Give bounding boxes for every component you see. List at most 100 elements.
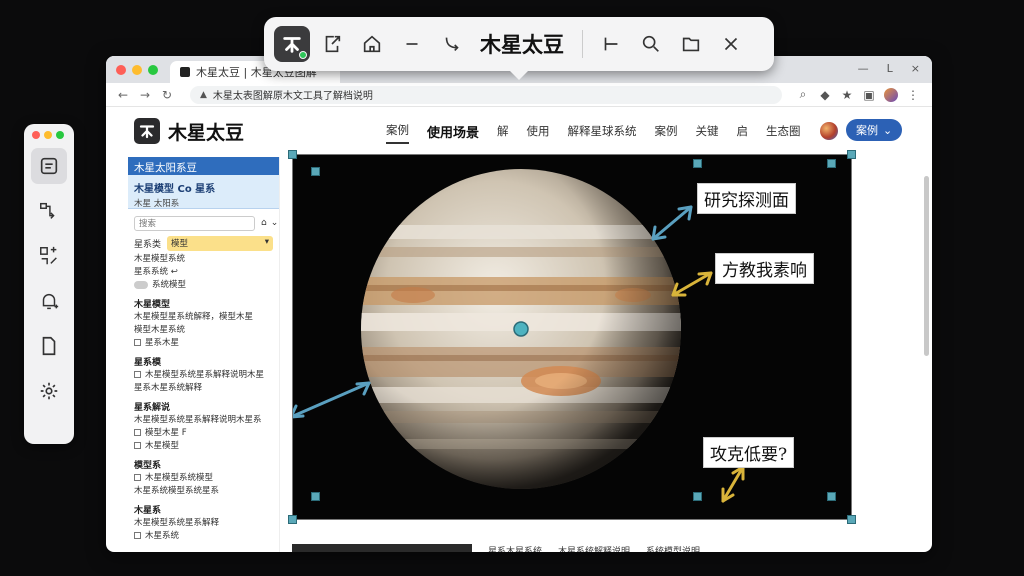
cta-button[interactable]: 案例 ⌄ bbox=[846, 119, 903, 141]
resize-handle[interactable] bbox=[288, 150, 297, 159]
extension-icon[interactable]: ◆ bbox=[814, 88, 836, 102]
minimize-dot-icon[interactable] bbox=[44, 131, 52, 139]
zoom-icon[interactable] bbox=[633, 26, 669, 62]
resize-handle[interactable] bbox=[847, 150, 856, 159]
image-canvas[interactable]: 研究探测面 方教我素响 攻克低要? bbox=[288, 150, 856, 524]
minus-icon[interactable] bbox=[394, 26, 430, 62]
profile-avatar[interactable] bbox=[884, 87, 898, 102]
thumbnail[interactable] bbox=[292, 544, 472, 552]
user-avatar[interactable] bbox=[820, 122, 838, 140]
alert-icon[interactable] bbox=[31, 283, 67, 319]
url-text: 木星太表图解原木文工具了解档说明 bbox=[212, 91, 373, 102]
export-icon[interactable] bbox=[314, 26, 350, 62]
browser-minimize-icon[interactable] bbox=[132, 64, 142, 75]
section-heading: 星系解说 bbox=[134, 403, 171, 413]
zoom-dot-icon[interactable] bbox=[56, 131, 64, 139]
note-icon[interactable] bbox=[31, 148, 67, 184]
window-buttons: — L × bbox=[858, 62, 920, 75]
reload-icon[interactable]: ↻ bbox=[158, 88, 176, 102]
close-icon[interactable] bbox=[713, 26, 749, 62]
bottom-item[interactable]: 木星系统解释说明 bbox=[558, 544, 630, 552]
checkbox[interactable] bbox=[134, 429, 141, 436]
nav-item-launch[interactable]: 启 bbox=[737, 119, 749, 143]
card-title: 木星模型 Co 星系 bbox=[134, 184, 216, 195]
arrow-annotation[interactable] bbox=[671, 271, 713, 297]
browser-close-icon[interactable] bbox=[116, 64, 126, 75]
document-icon[interactable] bbox=[31, 328, 67, 364]
home-icon[interactable] bbox=[354, 26, 390, 62]
toggle-switch[interactable] bbox=[134, 280, 148, 289]
center-point[interactable] bbox=[513, 321, 529, 337]
site-logo-text[interactable]: 木星太豆 bbox=[168, 118, 244, 145]
forward-icon[interactable]: → bbox=[136, 88, 154, 102]
annotation-label[interactable]: 方教我素响 bbox=[715, 253, 814, 284]
checkbox-label: 木星模型 bbox=[145, 441, 180, 451]
bottom-item[interactable]: 系统模型说明 bbox=[646, 544, 700, 552]
nav-item-key[interactable]: 关键 bbox=[696, 119, 719, 143]
checkbox-row[interactable]: 星系木星 bbox=[128, 337, 279, 350]
settings-icon[interactable] bbox=[31, 373, 67, 409]
checkbox-row[interactable]: 木星模型 bbox=[128, 440, 279, 453]
nav-item-solutions[interactable]: 解 bbox=[497, 119, 509, 143]
list-item: 星系木星系统解释 bbox=[134, 383, 203, 393]
nav-item-explain[interactable]: 解释星球系统 bbox=[568, 119, 637, 143]
checkbox-label: 木星系统 bbox=[145, 531, 180, 541]
nav-item-cases[interactable]: 案例 bbox=[386, 118, 409, 144]
app-logo-icon[interactable] bbox=[274, 26, 310, 62]
nav-item-scenarios[interactable]: 使用场景 bbox=[427, 118, 479, 145]
arrow-annotation[interactable] bbox=[651, 205, 693, 241]
checkbox-row[interactable]: 木星模型系统星系解释说明木星 bbox=[128, 369, 279, 382]
logo-icon[interactable] bbox=[134, 118, 160, 144]
window-close-button[interactable]: × bbox=[911, 62, 920, 75]
toggle-row[interactable]: 系统模型 bbox=[128, 279, 279, 292]
list-item: 星系系统 ↩ bbox=[134, 267, 178, 277]
checkbox-row[interactable]: 模型木星 F bbox=[128, 427, 279, 440]
window-minimize-button[interactable]: — bbox=[858, 62, 869, 75]
browser-window: 木星太豆 | 木星太豆图解 — L × ← → ↻ ▲ 木星太表图解原木文工具了… bbox=[106, 56, 932, 552]
bookmark-icon[interactable]: ★ bbox=[836, 88, 858, 102]
frame-icon[interactable] bbox=[673, 26, 709, 62]
back-icon[interactable]: ← bbox=[114, 88, 132, 102]
annotation-label[interactable]: 研究探测面 bbox=[697, 183, 796, 214]
search-icon[interactable]: ⌕ bbox=[792, 87, 814, 102]
nav-item-ecosystem[interactable]: 生态圈 bbox=[766, 119, 801, 143]
scrollbar[interactable] bbox=[924, 176, 929, 356]
nav-item-case-studies[interactable]: 案例 bbox=[655, 119, 678, 143]
checkbox-row[interactable]: 木星系统 bbox=[128, 530, 279, 543]
nav-item-usage[interactable]: 使用 bbox=[527, 119, 550, 143]
arrow-annotation[interactable] bbox=[289, 381, 371, 419]
resize-handle[interactable] bbox=[827, 492, 836, 501]
resize-handle[interactable] bbox=[693, 492, 702, 501]
close-dot-icon[interactable] bbox=[32, 131, 40, 139]
expand-icon[interactable]: ⌄ bbox=[271, 218, 279, 228]
resize-handle[interactable] bbox=[311, 167, 320, 176]
bottom-item[interactable]: 星系木星系统 bbox=[488, 544, 542, 552]
crop-icon[interactable] bbox=[593, 26, 629, 62]
checkbox[interactable] bbox=[134, 339, 141, 346]
checkbox[interactable] bbox=[134, 474, 141, 481]
menu-icon[interactable]: ⋮ bbox=[902, 88, 924, 102]
resize-handle[interactable] bbox=[847, 515, 856, 524]
pin-icon[interactable]: ⌂ bbox=[261, 218, 267, 228]
transform-icon[interactable] bbox=[31, 238, 67, 274]
section-heading: 木星系 bbox=[134, 506, 162, 516]
sidepanel-icon[interactable]: ▣ bbox=[858, 88, 880, 102]
annotation-label[interactable]: 攻克低要? bbox=[703, 437, 795, 468]
checkbox[interactable] bbox=[134, 371, 141, 378]
sidebar-select[interactable]: 模型 ▾ bbox=[167, 235, 273, 251]
connect-icon[interactable] bbox=[31, 193, 67, 229]
resize-handle[interactable] bbox=[693, 159, 702, 168]
resize-handle[interactable] bbox=[827, 159, 836, 168]
curve-arrow-icon[interactable] bbox=[434, 26, 470, 62]
checkbox[interactable] bbox=[134, 442, 141, 449]
window-restore-button[interactable]: L bbox=[887, 62, 893, 75]
resize-handle[interactable] bbox=[311, 492, 320, 501]
sidebar-selected-card[interactable]: 木星模型 Co 星系 木星 太阳系 bbox=[128, 175, 279, 209]
browser-zoom-icon[interactable] bbox=[148, 64, 158, 75]
checkbox-row[interactable]: 木星模型系统模型 bbox=[128, 472, 279, 485]
sidebar-search-input[interactable] bbox=[134, 215, 255, 231]
checkbox[interactable] bbox=[134, 532, 141, 539]
resize-handle[interactable] bbox=[288, 515, 297, 524]
url-field[interactable]: ▲ 木星太表图解原木文工具了解档说明 bbox=[190, 85, 782, 104]
arrow-annotation[interactable] bbox=[721, 465, 745, 503]
